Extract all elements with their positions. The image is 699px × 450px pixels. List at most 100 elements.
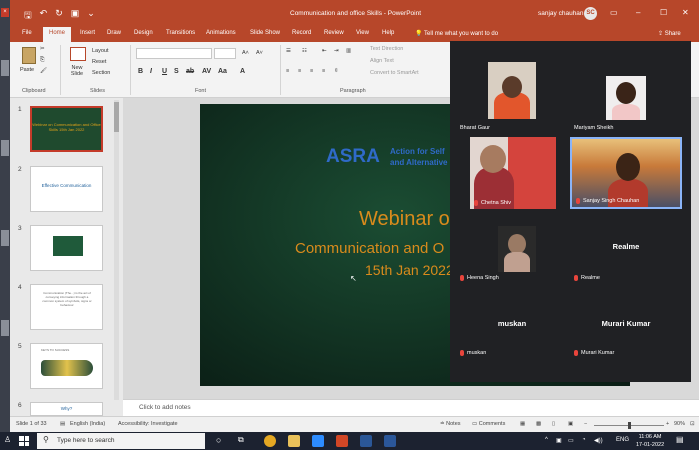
- zoom-out-icon[interactable]: −: [584, 421, 587, 427]
- participant-tile[interactable]: muskan muskan: [456, 287, 568, 359]
- paste-icon[interactable]: [22, 47, 36, 64]
- save-icon[interactable]: 🖫: [24, 8, 32, 24]
- user-name[interactable]: sanjay chauhan: [538, 10, 584, 17]
- tray-overflow-icon[interactable]: ^: [545, 437, 548, 443]
- underline-icon[interactable]: U: [162, 68, 167, 75]
- comments-toggle[interactable]: ▭ Comments: [472, 421, 505, 427]
- volume-icon[interactable]: ◀)): [594, 437, 603, 444]
- slide-thumbnail-2[interactable]: Effective Communication: [30, 166, 103, 212]
- maximize-icon[interactable]: ☐: [660, 8, 667, 17]
- language-indicator[interactable]: ENG: [616, 437, 629, 443]
- align-left-icon[interactable]: ≡: [286, 68, 289, 74]
- docs-icon[interactable]: [360, 435, 372, 447]
- tab-file[interactable]: File: [22, 30, 32, 36]
- task-view-icon[interactable]: ⧉: [238, 435, 244, 445]
- customize-qat-icon[interactable]: ⌄: [87, 8, 95, 24]
- zoom-slider-thumb[interactable]: [628, 422, 631, 429]
- tab-draw[interactable]: Draw: [107, 30, 121, 36]
- tab-review[interactable]: Review: [324, 30, 344, 36]
- shrink-font-icon[interactable]: A˅: [256, 50, 263, 56]
- tab-design[interactable]: Design: [134, 30, 153, 36]
- notifications-icon[interactable]: ▤: [676, 435, 684, 444]
- language-indicator[interactable]: English (India): [70, 421, 105, 427]
- participant-tile[interactable]: Mariyam Sheikh: [570, 62, 682, 134]
- italic-icon[interactable]: I: [150, 68, 152, 75]
- grow-font-icon[interactable]: A˄: [242, 50, 249, 56]
- close-window-icon[interactable]: ✕: [682, 8, 689, 17]
- indent-icon[interactable]: ⇤: [322, 48, 327, 54]
- word-icon[interactable]: [384, 435, 396, 447]
- font-size-box[interactable]: [214, 48, 236, 59]
- scrollbar-thumb[interactable]: [114, 102, 119, 132]
- ribbon-display-icon[interactable]: ▭: [610, 8, 618, 17]
- thumbnail-scrollbar[interactable]: [114, 100, 119, 400]
- strikethrough-icon[interactable]: ab: [186, 68, 194, 75]
- cortana-icon[interactable]: ○: [216, 435, 221, 445]
- outdent-icon[interactable]: ⇥: [334, 48, 339, 54]
- tell-me-search[interactable]: 💡 Tell me what you want to do: [415, 30, 498, 37]
- avatar[interactable]: SC: [584, 7, 597, 20]
- new-slide-icon[interactable]: [70, 47, 86, 61]
- participant-tile[interactable]: Chetna Shiv: [470, 137, 556, 209]
- convert-smartart-button[interactable]: Convert to SmartArt: [370, 70, 419, 76]
- char-spacing-icon[interactable]: AV: [202, 68, 211, 75]
- notes-pane[interactable]: Click to add notes: [123, 399, 699, 416]
- slide-thumbnail-5[interactable]: KEYS TO SUCCESS: [30, 343, 103, 389]
- participant-tile[interactable]: Heena Singh: [456, 212, 568, 284]
- zoom-level[interactable]: 90%: [674, 421, 685, 427]
- font-color-icon[interactable]: A: [240, 68, 245, 75]
- slide-thumbnail-6[interactable]: Why?: [30, 402, 103, 416]
- notes-toggle[interactable]: ≐ Notes: [440, 421, 461, 427]
- tab-animations[interactable]: Animations: [206, 30, 236, 36]
- section-button[interactable]: Section: [92, 70, 110, 76]
- tab-home[interactable]: Home: [43, 27, 72, 42]
- tab-slide-show[interactable]: Slide Show: [250, 30, 280, 36]
- numbering-icon[interactable]: ☷: [302, 48, 307, 54]
- tab-record[interactable]: Record: [292, 30, 311, 36]
- file-explorer-icon[interactable]: [288, 435, 300, 447]
- text-direction-button[interactable]: Text Direction: [370, 46, 403, 52]
- redo-icon[interactable]: ↻: [55, 8, 63, 24]
- reading-view-icon[interactable]: ▯: [552, 421, 555, 427]
- clock[interactable]: 11:06 AM 17-01-2022: [636, 433, 664, 449]
- participant-tile[interactable]: Sanjay Singh Chauhan: [570, 137, 682, 209]
- normal-view-icon[interactable]: ▦: [520, 421, 525, 427]
- windows-start-icon[interactable]: [19, 436, 29, 446]
- tab-transitions[interactable]: Transitions: [166, 30, 195, 36]
- copy-icon[interactable]: ⎘: [40, 57, 44, 64]
- chrome-icon[interactable]: [264, 435, 276, 447]
- minimize-icon[interactable]: –: [636, 8, 640, 17]
- start-from-beginning-icon[interactable]: ▣: [71, 8, 80, 24]
- line-spacing-icon[interactable]: ⇳: [334, 68, 339, 74]
- change-case-icon[interactable]: Aa: [218, 68, 227, 75]
- columns-icon[interactable]: ▥: [346, 48, 351, 54]
- slideshow-view-icon[interactable]: ▣: [568, 421, 573, 427]
- cut-icon[interactable]: ✂: [40, 46, 45, 52]
- align-right-icon[interactable]: ≡: [310, 68, 313, 74]
- new-slide-label[interactable]: New Slide: [67, 65, 87, 77]
- taskbar-search-input[interactable]: ⚲ Type here to search: [37, 433, 205, 449]
- shadow-icon[interactable]: S: [174, 68, 179, 75]
- share-button[interactable]: ⇪ Share: [658, 30, 681, 37]
- accessibility-status[interactable]: Accessibility: Investigate: [118, 421, 178, 427]
- zoom-in-icon[interactable]: +: [666, 421, 669, 427]
- participant-tile[interactable]: Murari Kumar Murari Kumar: [570, 287, 682, 359]
- participant-tile[interactable]: Realme Realme: [570, 212, 682, 284]
- align-text-button[interactable]: Align Text: [370, 58, 394, 64]
- format-painter-icon[interactable]: 🖌: [40, 68, 47, 74]
- powerpoint-icon[interactable]: [336, 435, 348, 447]
- layout-button[interactable]: Layout: [92, 48, 109, 54]
- font-name-box[interactable]: [136, 48, 212, 59]
- align-center-icon[interactable]: ≡: [298, 68, 301, 74]
- slide-thumbnail-4[interactable]: Communication (The...) is the act of con…: [30, 284, 103, 330]
- fit-slide-icon[interactable]: ⊡: [690, 421, 695, 427]
- tray-app-icon[interactable]: ▣: [556, 437, 562, 444]
- close-icon[interactable]: ×: [1, 8, 9, 17]
- justify-icon[interactable]: ≡: [322, 68, 325, 74]
- participant-tile[interactable]: Bharat Gaur: [456, 62, 568, 134]
- tab-insert[interactable]: Insert: [80, 30, 95, 36]
- undo-icon[interactable]: ↶: [40, 8, 48, 24]
- bullets-icon[interactable]: ☰: [286, 48, 291, 54]
- bold-icon[interactable]: B: [138, 68, 143, 75]
- paste-label[interactable]: Paste: [20, 67, 34, 73]
